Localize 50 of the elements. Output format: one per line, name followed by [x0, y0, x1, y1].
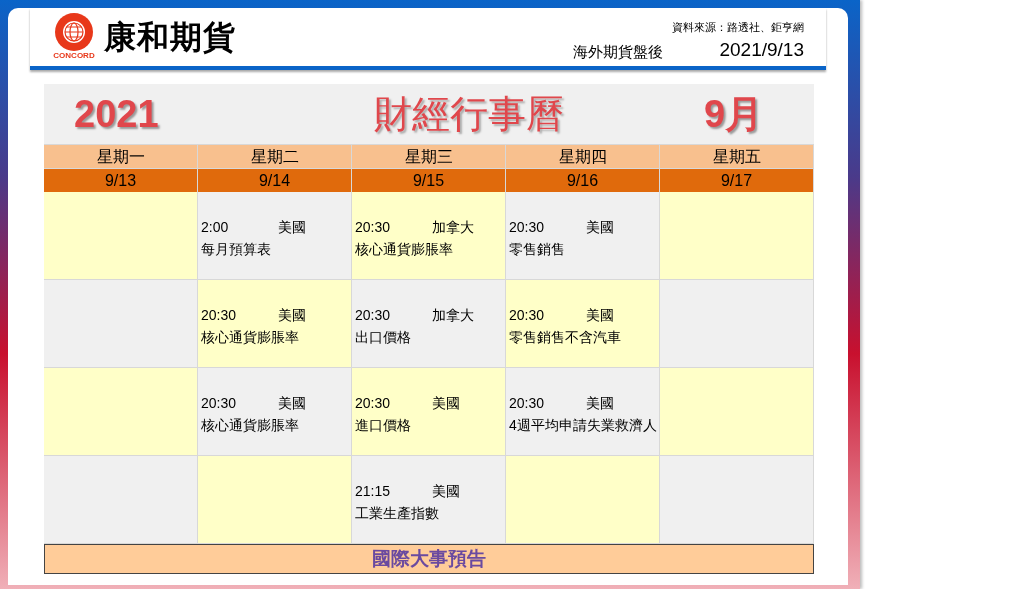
event-name: 出口價格 [355, 328, 412, 347]
logo-caption: CONCORD [53, 51, 95, 60]
event-time: 20:30 [509, 218, 546, 237]
weekday-header: 星期二 [198, 144, 352, 168]
logo-icon [52, 13, 96, 51]
event-country: 美國 [586, 394, 614, 413]
event-country: 美國 [432, 482, 460, 501]
event-time: 20:30 [509, 394, 546, 413]
event-name: 4週平均申請失業救濟人 [509, 416, 656, 435]
date-header: 9/15 [352, 168, 506, 192]
date-header: 9/17 [660, 168, 814, 192]
calendar-title: 財經行事曆 [374, 91, 565, 137]
source-text: 資料來源：路透社、鉅亨網 [672, 20, 804, 34]
event-country: 美國 [278, 394, 306, 413]
weekday-header: 星期三 [352, 144, 506, 168]
event-time: 20:30 [201, 394, 238, 413]
event-time: 2:00 [201, 218, 230, 237]
weekday-header: 星期一 [44, 144, 198, 168]
event-country: 美國 [586, 306, 614, 325]
event-country: 美國 [278, 306, 306, 325]
date-header: 9/16 [506, 168, 660, 192]
footer-title: 國際大事預告 [372, 546, 486, 571]
date-header: 9/14 [198, 168, 352, 192]
event-country: 美國 [432, 394, 460, 413]
event-country: 美國 [586, 218, 614, 237]
event-time: 20:30 [355, 218, 392, 237]
calendar-month: 9月 [704, 91, 764, 137]
event-name: 核心通貨膨脹率 [201, 328, 300, 347]
event-name: 進口價格 [355, 416, 412, 435]
weekday-header: 星期五 [660, 144, 814, 168]
event-time: 20:30 [355, 394, 392, 413]
report-subtitle: 海外期貨盤後 [573, 42, 664, 62]
event-time: 20:30 [201, 306, 238, 325]
report-date: 2021/9/13 [719, 38, 804, 62]
event-name: 核心通貨膨脹率 [201, 416, 300, 435]
event-name: 零售銷售 [509, 240, 566, 259]
event-time: 20:30 [355, 306, 392, 325]
event-name: 工業生產指數 [355, 504, 440, 523]
event-time: 20:30 [509, 306, 546, 325]
weekday-header: 星期四 [506, 144, 660, 168]
event-name: 核心通貨膨脹率 [355, 240, 454, 259]
brand-name: 康和期貨 [104, 18, 236, 55]
event-country: 加拿大 [432, 218, 474, 237]
event-country: 加拿大 [432, 306, 474, 325]
event-time: 21:15 [355, 482, 392, 501]
calendar-year: 2021 [74, 91, 160, 137]
event-country: 美國 [278, 218, 306, 237]
event-name: 零售銷售不含汽車 [509, 328, 622, 347]
date-header: 9/13 [44, 168, 198, 192]
event-name: 每月預算表 [201, 240, 272, 259]
